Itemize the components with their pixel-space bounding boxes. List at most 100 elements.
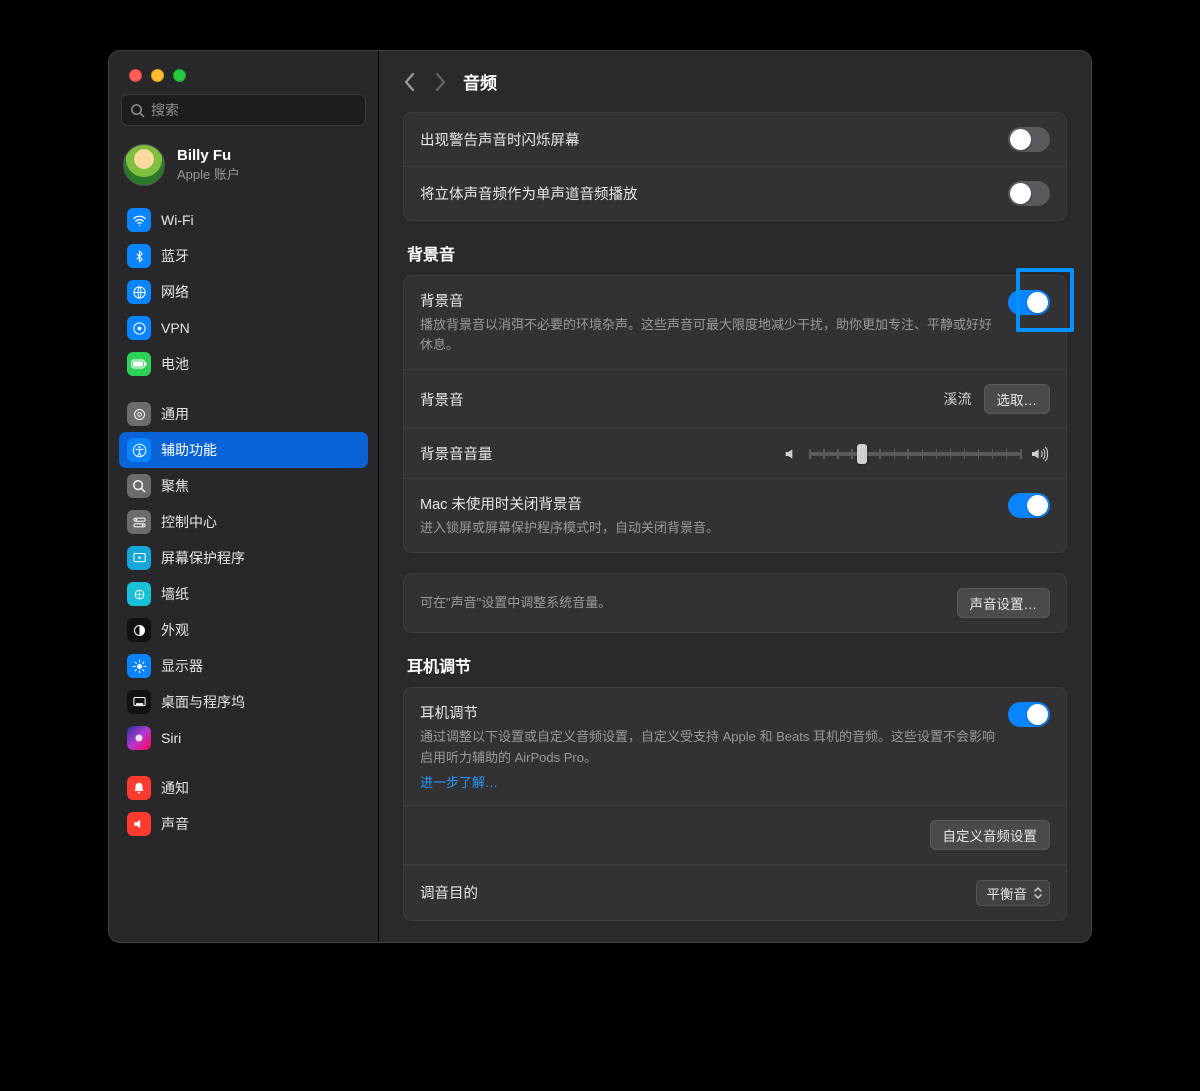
appearance-icon (127, 618, 151, 642)
back-button[interactable] (403, 72, 417, 92)
control-center-icon (127, 510, 151, 534)
row-bg-volume: 背景音音量 (404, 429, 1066, 479)
sidebar-item-control-center[interactable]: 控制中心 (119, 504, 368, 540)
sidebar-item-label: 屏幕保护程序 (161, 548, 245, 568)
sidebar-item-label: 网络 (161, 282, 189, 302)
sidebar-item-label: Siri (161, 730, 181, 746)
sidebar-item-notifications[interactable]: 通知 (119, 770, 368, 806)
sidebar-item-general[interactable]: 通用 (119, 396, 368, 432)
account-sub: Apple 账户 (177, 164, 240, 183)
sidebar-item-bluetooth[interactable]: 蓝牙 (119, 238, 368, 274)
row-label: 背景音 (420, 389, 932, 410)
sidebar-item-label: 外观 (161, 620, 189, 640)
forward-button[interactable] (433, 72, 447, 92)
bg-panel: 背景音 播放背景音以消弭不必要的环境杂声。这些声音可最大限度地减少干扰，助你更加… (403, 275, 1067, 553)
section-title-bg: 背景音 (407, 241, 1067, 265)
fullscreen-window-button[interactable] (173, 69, 186, 82)
custom-audio-button[interactable]: 自定义音频设置 (930, 820, 1051, 850)
volume-low-icon (783, 446, 799, 462)
spotlight-icon (127, 474, 151, 498)
sidebar-item-label: 桌面与程序坞 (161, 692, 245, 712)
sidebar-item-label: 显示器 (161, 656, 203, 676)
flash-screen-toggle[interactable] (1008, 127, 1050, 152)
close-window-button[interactable] (129, 69, 142, 82)
siri-icon (127, 726, 151, 750)
window-controls (109, 51, 378, 82)
sidebar-item-spotlight[interactable]: 聚焦 (119, 468, 368, 504)
header: 音频 (379, 51, 1091, 112)
row-label: 出现警告声音时闪烁屏幕 (420, 129, 996, 150)
sidebar-item-label: 通用 (161, 404, 189, 424)
row-system-volume-note: 可在"声音"设置中调整系统音量。 声音设置… (404, 574, 1066, 632)
volume-high-icon (1030, 446, 1050, 462)
sidebar-item-displays[interactable]: 显示器 (119, 648, 368, 684)
row-description: 进入锁屏或屏幕保护程序模式时，自动关闭背景音。 (420, 518, 996, 538)
sidebar-item-label: 电池 (161, 354, 189, 374)
sidebar-item-dock[interactable]: 桌面与程序坞 (119, 684, 368, 720)
account-name: Billy Fu (177, 147, 240, 164)
bg-sound-toggle[interactable] (1008, 290, 1050, 315)
tune-target-value: 平衡音 (987, 883, 1028, 903)
search-input[interactable] (151, 102, 357, 118)
row-label: 调音目的 (420, 882, 478, 903)
sidebar-item-label: 聚焦 (161, 476, 189, 496)
sidebar-item-network[interactable]: 网络 (119, 274, 368, 310)
search-icon (130, 103, 145, 118)
sidebar-item-label: 墙纸 (161, 584, 189, 604)
minimize-window-button[interactable] (151, 69, 164, 82)
row-custom-audio: 自定义音频设置 (404, 806, 1066, 865)
sound-settings-button[interactable]: 声音设置… (957, 588, 1051, 618)
vpn-icon (127, 316, 151, 340)
sidebar-item-screensaver[interactable]: 屏幕保护程序 (119, 540, 368, 576)
choose-sound-button[interactable]: 选取… (984, 384, 1051, 414)
bell-icon (127, 776, 151, 800)
row-label: 背景音音量 (420, 443, 493, 464)
battery-icon (127, 352, 151, 376)
row-tune-target: 调音目的 平衡音 (404, 865, 1066, 920)
bluetooth-icon (127, 244, 151, 268)
speaker-icon (127, 812, 151, 836)
sidebar-item-label: 通知 (161, 778, 189, 798)
headphone-accommodations-toggle[interactable] (1008, 702, 1050, 727)
sidebar-item-vpn[interactable]: VPN (119, 310, 368, 346)
row-flash-screen: 出现警告声音时闪烁屏幕 (404, 113, 1066, 167)
row-mono-audio: 将立体声音频作为单声道音频播放 (404, 167, 1066, 220)
dock-icon (127, 690, 151, 714)
globe-icon (127, 280, 151, 304)
sidebar-item-wallpaper[interactable]: 墙纸 (119, 576, 368, 612)
sidebar-item-battery[interactable]: 电池 (119, 346, 368, 382)
wifi-icon (127, 208, 151, 232)
volume-slider[interactable] (783, 446, 1050, 462)
sidebar-item-appearance[interactable]: 外观 (119, 612, 368, 648)
search-field[interactable] (121, 94, 366, 126)
slider-thumb[interactable] (857, 444, 867, 464)
sidebar-item-wifi[interactable]: Wi-Fi (119, 202, 368, 238)
alerts-panel: 出现警告声音时闪烁屏幕 将立体声音频作为单声道音频播放 (403, 112, 1067, 221)
settings-window: Billy Fu Apple 账户 Wi-Fi 蓝牙 (108, 50, 1092, 943)
sidebar-item-sound[interactable]: 声音 (119, 806, 368, 842)
close-unused-toggle[interactable] (1008, 493, 1050, 518)
section-title-headphone: 耳机调节 (407, 653, 1067, 677)
sidebar-item-siri[interactable]: Siri (119, 720, 368, 756)
system-volume-note: 可在"声音"设置中调整系统音量。 (420, 593, 945, 613)
display-icon (127, 654, 151, 678)
slider-track[interactable] (809, 452, 1020, 456)
row-label: 耳机调节 (420, 702, 996, 723)
row-label: 背景音 (420, 290, 996, 311)
learn-more-link[interactable]: 进一步了解… (420, 772, 996, 791)
tune-target-select[interactable]: 平衡音 (976, 880, 1051, 906)
row-headphone-accommodations: 耳机调节 通过调整以下设置或自定义音频设置，自定义受支持 Apple 和 Bea… (404, 688, 1066, 805)
row-bg-toggle: 背景音 播放背景音以消弭不必要的环境杂声。这些声音可最大限度地减少干扰，助你更加… (404, 276, 1066, 370)
row-label: 将立体声音频作为单声道音频播放 (420, 183, 996, 204)
row-description: 播放背景音以消弭不必要的环境杂声。这些声音可最大限度地减少干扰，助你更加专注、平… (420, 315, 996, 355)
sidebar-item-label: 辅助功能 (161, 440, 217, 460)
account-row[interactable]: Billy Fu Apple 账户 (109, 132, 378, 202)
sidebar-item-accessibility[interactable]: 辅助功能 (119, 432, 368, 468)
screensaver-icon (127, 546, 151, 570)
row-bg-sound-choice: 背景音 溪流 选取… (404, 370, 1066, 429)
chevron-up-down-icon (1033, 886, 1043, 900)
mono-audio-toggle[interactable] (1008, 181, 1050, 206)
row-label: Mac 未使用时关闭背景音 (420, 493, 996, 514)
sidebar-nav: Wi-Fi 蓝牙 网络 (109, 202, 378, 942)
sidebar: Billy Fu Apple 账户 Wi-Fi 蓝牙 (109, 51, 379, 942)
